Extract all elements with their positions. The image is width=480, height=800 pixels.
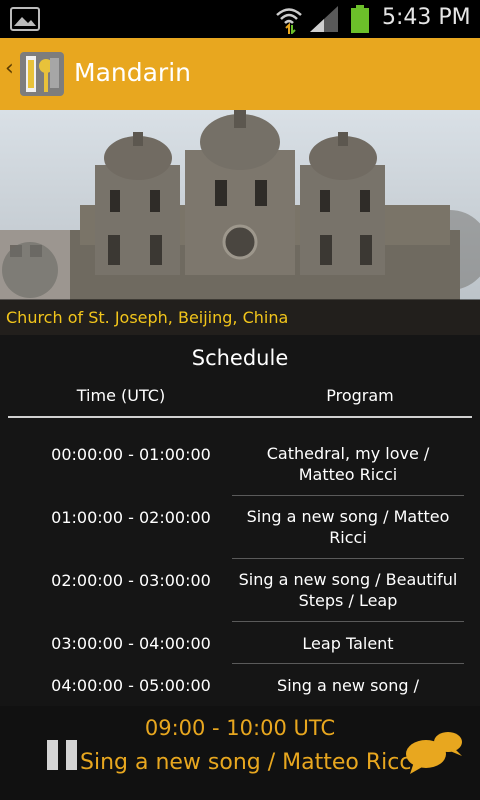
row-program-line: Ricci (329, 528, 367, 547)
row-divider (232, 558, 464, 559)
schedule-title: Schedule (191, 346, 289, 370)
battery-icon (351, 5, 369, 33)
row-program-line: Sing a new song / Matteo (246, 507, 450, 526)
row-program-line: Leap Talent (302, 634, 394, 653)
photo-caption-text: Church of St. Joseph, Beijing, China (6, 308, 289, 327)
signal-strength-icon (310, 6, 338, 32)
row-program-line: Cathedral, my love / (266, 444, 430, 463)
row-program: Cathedral, my love / Matteo Ricci (232, 443, 464, 485)
now-playing-bar: 09:00 - 10:00 UTC Sing a new song / Matt… (0, 706, 480, 800)
app-logo-icon[interactable] (20, 52, 64, 96)
schedule-list[interactable]: 00:00:00 - 01:00:00 Cathedral, my love /… (0, 418, 480, 706)
row-program-line: Sing a new song / Beautiful (238, 570, 458, 589)
status-bar: 5:43 PM (0, 0, 480, 38)
chat-bubbles-icon[interactable] (404, 726, 464, 776)
pause-icon-bar (47, 740, 58, 770)
row-program-line: Steps / Leap (298, 591, 398, 610)
page-title: Mandarin (74, 58, 191, 87)
photo-caption: Church of St. Joseph, Beijing, China (0, 299, 480, 335)
column-header-program: Program (326, 386, 394, 405)
row-time: 04:00:00 - 05:00:00 (51, 676, 211, 695)
row-time: 03:00:00 - 04:00:00 (51, 634, 211, 653)
column-header-time: Time (UTC) (76, 386, 166, 405)
row-divider (232, 621, 464, 622)
row-divider (232, 495, 464, 496)
status-time: 5:43 PM (382, 5, 471, 30)
row-program-line: Matteo Ricci (298, 465, 398, 484)
row-time: 00:00:00 - 01:00:00 (51, 445, 211, 464)
action-bar: ‹ Mandarin (0, 38, 480, 110)
gallery-notification-icon (10, 7, 40, 31)
back-chevron-icon[interactable]: ‹ (5, 56, 14, 81)
row-program-line: Sing a new song / (277, 676, 419, 695)
pause-button[interactable] (47, 740, 79, 770)
row-divider (232, 663, 464, 664)
row-time: 01:00:00 - 02:00:00 (51, 508, 211, 527)
row-program: Sing a new song / (232, 675, 464, 696)
row-program: Leap Talent (232, 633, 464, 654)
row-program: Sing a new song / Beautiful Steps / Leap (232, 569, 464, 611)
wifi-icon (276, 8, 302, 34)
row-program: Sing a new song / Matteo Ricci (232, 506, 464, 548)
now-playing-program: Sing a new song / Matteo Ricci (80, 750, 418, 775)
pause-icon-bar (66, 740, 77, 770)
row-time: 02:00:00 - 03:00:00 (51, 571, 211, 590)
